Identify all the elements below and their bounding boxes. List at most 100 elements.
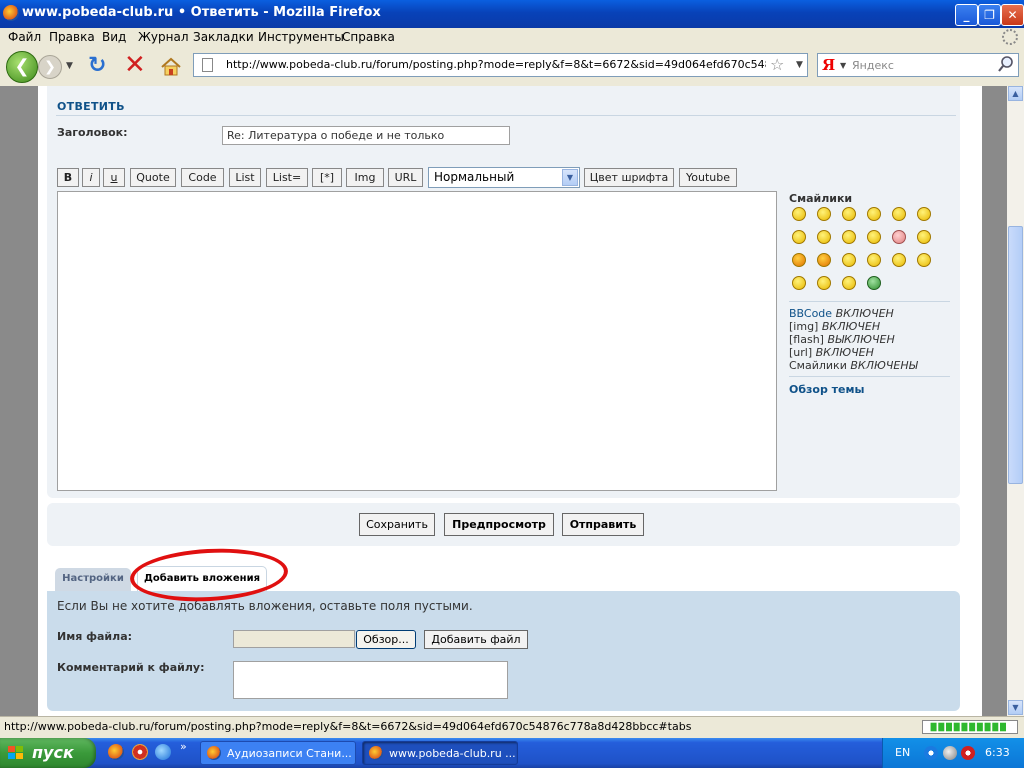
taskbar-item-audio[interactable]: Аудиозаписи Стани...	[200, 741, 356, 765]
language-indicator[interactable]: EN	[895, 746, 910, 759]
list-item-button[interactable]: [*]	[312, 168, 342, 187]
smiley-icon[interactable]	[842, 276, 856, 290]
underline-button[interactable]: u	[103, 168, 125, 187]
status-url: [url] ВКЛЮЧЕН	[789, 346, 874, 359]
exclamation-icon[interactable]	[892, 253, 906, 267]
subject-input[interactable]	[222, 126, 510, 145]
font-size-value: Нормальный	[434, 170, 515, 184]
smiley-icon[interactable]	[867, 230, 881, 244]
windows-flag-icon	[8, 746, 23, 759]
font-color-button[interactable]: Цвет шрифта	[584, 168, 674, 187]
smiley-icon[interactable]	[817, 230, 831, 244]
start-label[interactable]: пуск	[32, 743, 74, 762]
file-input[interactable]	[233, 630, 355, 648]
home-icon[interactable]	[160, 56, 182, 78]
status-bbcode: BBCode ВКЛЮЧЕН	[789, 307, 894, 320]
network-tray-icon[interactable]	[924, 746, 938, 760]
smiley-icon[interactable]	[842, 207, 856, 221]
scroll-down-button[interactable]: ▼	[1008, 700, 1023, 715]
menu-bookmarks[interactable]: Закладки	[193, 30, 254, 44]
file-comment-textarea[interactable]	[233, 661, 508, 699]
forward-button[interactable]: ❯	[38, 55, 62, 79]
list-button[interactable]: List	[229, 168, 261, 187]
smiley-icon[interactable]	[792, 253, 806, 267]
status-name: Смайлики	[789, 359, 847, 372]
reload-button[interactable]: ↻	[88, 55, 106, 77]
firefox-logo-icon	[3, 5, 19, 21]
numbered-list-button[interactable]: List=	[266, 168, 308, 187]
menu-edit[interactable]: Правка	[49, 30, 95, 44]
preview-button[interactable]: Предпросмотр	[444, 513, 554, 536]
tab-options[interactable]: Настройки	[55, 568, 131, 591]
font-size-dropdown-icon[interactable]: ▼	[562, 169, 578, 186]
history-dropdown-icon[interactable]: ▼	[66, 61, 73, 71]
menu-tools[interactable]: Инструменты	[258, 30, 344, 44]
smiley-icon[interactable]	[792, 230, 806, 244]
smiley-icon[interactable]	[867, 253, 881, 267]
search-input[interactable]: Яндекс	[852, 59, 894, 72]
url-button[interactable]: URL	[388, 168, 423, 187]
page-load-progress	[922, 720, 1018, 734]
menu-history[interactable]: Журнал	[138, 30, 189, 44]
menu-file[interactable]: Файл	[8, 30, 41, 44]
quicklaunch-more-icon[interactable]: »	[180, 740, 187, 753]
message-textarea[interactable]	[57, 191, 777, 491]
close-button[interactable]: ✕	[1001, 4, 1024, 26]
smiley-icon[interactable]	[792, 207, 806, 221]
search-box[interactable]	[817, 53, 1019, 77]
bookmark-star-icon[interactable]: ☆	[770, 55, 784, 74]
firefox-quicklaunch-icon[interactable]	[108, 744, 124, 760]
smiley-icon[interactable]	[817, 207, 831, 221]
code-button[interactable]: Code	[181, 168, 224, 187]
search-engine-dropdown-icon[interactable]: ▼	[840, 61, 846, 70]
heading-divider	[56, 115, 956, 116]
file-comment-label: Комментарий к файлу:	[57, 661, 205, 674]
scroll-up-button[interactable]: ▲	[1008, 86, 1023, 101]
smiley-icon[interactable]	[842, 253, 856, 267]
italic-button[interactable]: i	[82, 168, 100, 187]
menu-help[interactable]: Справка	[342, 30, 395, 44]
ie-quicklaunch-icon[interactable]	[155, 744, 171, 760]
url-text[interactable]: http://www.pobeda-club.ru/forum/posting.…	[226, 58, 766, 71]
taskbar-item-pobeda[interactable]: www.pobeda-club.ru ...	[362, 741, 518, 765]
search-icon[interactable]	[997, 55, 1015, 73]
smiley-icon[interactable]	[867, 276, 881, 290]
volume-tray-icon[interactable]	[943, 746, 957, 760]
status-img: [img] ВКЛЮЧЕН	[789, 320, 880, 333]
smiley-icon[interactable]	[917, 207, 931, 221]
save-button[interactable]: Сохранить	[359, 513, 435, 536]
idea-icon[interactable]	[792, 276, 806, 290]
smiley-icon[interactable]	[817, 253, 831, 267]
send-button[interactable]: Отправить	[562, 513, 644, 536]
smiley-icon[interactable]	[892, 207, 906, 221]
smiley-icon[interactable]	[917, 230, 931, 244]
add-file-button[interactable]: Добавить файл	[424, 630, 528, 649]
maximize-button[interactable]: ❐	[978, 4, 1001, 26]
smiley-icon[interactable]	[867, 207, 881, 221]
scrollbar-thumb[interactable]	[1008, 226, 1023, 484]
status-url-text: http://www.pobeda-club.ru/forum/posting.…	[4, 720, 692, 733]
quote-button[interactable]: Quote	[130, 168, 176, 187]
arrow-icon[interactable]	[817, 276, 831, 290]
smiley-icon[interactable]	[842, 230, 856, 244]
smiley-icon[interactable]	[892, 230, 906, 244]
topic-review-link[interactable]: Обзор темы	[789, 383, 864, 396]
stop-button[interactable]: ✕	[124, 52, 146, 78]
back-button[interactable]: ❮	[6, 51, 38, 83]
browse-button[interactable]: Обзор...	[356, 630, 416, 649]
menu-view[interactable]: Вид	[102, 30, 126, 44]
status-state: ВКЛЮЧЕНЫ	[850, 359, 918, 372]
question-icon[interactable]	[917, 253, 931, 267]
media-quicklaunch-icon[interactable]	[132, 744, 148, 760]
status-state: ВЫКЛЮЧЕН	[827, 333, 895, 346]
image-button[interactable]: Img	[346, 168, 384, 187]
yandex-logo-icon[interactable]: Я	[822, 56, 835, 74]
status-state: ВКЛЮЧЕН	[821, 320, 881, 333]
bbcode-link[interactable]: BBCode	[789, 307, 832, 320]
url-dropdown-icon[interactable]: ▼	[796, 60, 803, 70]
opera-tray-icon[interactable]	[961, 746, 975, 760]
minimize-button[interactable]: _	[955, 4, 978, 26]
bold-button[interactable]: B	[57, 168, 79, 187]
status-state: ВКЛЮЧЕН	[835, 307, 894, 320]
youtube-button[interactable]: Youtube	[679, 168, 737, 187]
